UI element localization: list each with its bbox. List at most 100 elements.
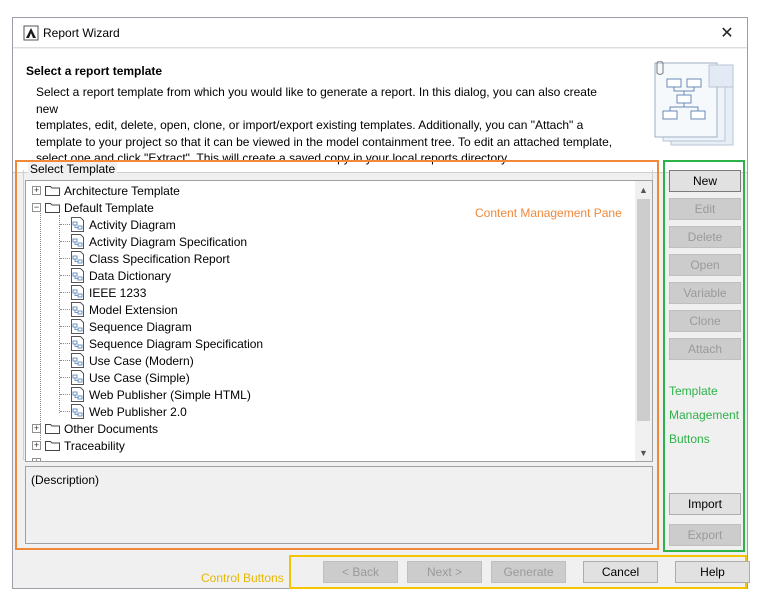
- tree-label: Sequence Diagram: [89, 319, 192, 334]
- wizard-header: Select a report template Select a report…: [13, 49, 747, 173]
- tree-label: Traceability: [64, 438, 125, 453]
- tree-connector: [60, 275, 70, 276]
- report-document-icon: [654, 61, 734, 146]
- template-list-item[interactable]: Web Publisher (Simple HTML): [71, 386, 251, 403]
- template-management-annotation: Management: [669, 408, 740, 422]
- report-template-icon: [71, 251, 84, 266]
- tree-label: Default Template: [64, 200, 154, 215]
- content-management-pane: Select Template + Architecture Template …: [15, 160, 659, 550]
- open-button[interactable]: Open: [669, 254, 741, 276]
- description-box: (Description): [25, 466, 653, 544]
- folder-open-icon: [45, 203, 60, 213]
- delete-button[interactable]: Delete: [669, 226, 741, 248]
- tree-connector: [60, 258, 70, 259]
- template-list-item[interactable]: Sequence Diagram Specification: [71, 335, 263, 352]
- tree-node-default[interactable]: − Default Template: [32, 199, 154, 216]
- attach-button[interactable]: Attach: [669, 338, 741, 360]
- cancel-button[interactable]: Cancel: [583, 561, 658, 583]
- next-button[interactable]: Next >: [407, 561, 482, 583]
- tree-label: Other Documents: [64, 421, 159, 436]
- content-management-annotation: Content Management Pane: [475, 206, 622, 220]
- tree-scrollbar[interactable]: ▲ ▼: [635, 181, 652, 461]
- app-icon: [23, 25, 39, 41]
- report-template-icon: [71, 268, 84, 283]
- template-list-item[interactable]: Use Case (Simple): [71, 369, 190, 386]
- description-line: templates, edit, delete, open, clone, or…: [36, 118, 584, 132]
- tree-label: Use Case (Modern): [89, 353, 194, 368]
- template-management-pane: New Edit Delete Open Variable Clone Atta…: [663, 160, 745, 552]
- report-template-icon: [71, 387, 84, 402]
- template-tree[interactable]: + Architecture Template − Default Templa…: [25, 180, 653, 462]
- tree-label: Sequence Diagram Specification: [89, 336, 264, 351]
- tree-connector: [60, 360, 70, 361]
- tree-node-architecture[interactable]: + Architecture Template: [32, 182, 180, 199]
- report-template-icon: [71, 404, 84, 419]
- expand-icon[interactable]: +: [32, 186, 41, 195]
- tree-connector: [60, 292, 70, 293]
- tree-node-traceability[interactable]: + Traceability: [32, 437, 125, 454]
- scroll-up-icon[interactable]: ▲: [635, 181, 652, 198]
- help-button[interactable]: Help: [675, 561, 750, 583]
- report-template-icon: [71, 217, 84, 232]
- expand-icon[interactable]: +: [32, 441, 41, 450]
- template-list-item[interactable]: IEEE 1233: [71, 284, 146, 301]
- edit-button[interactable]: Edit: [669, 198, 741, 220]
- template-list-item[interactable]: Data Dictionary: [71, 267, 171, 284]
- tree-connector: [60, 326, 70, 327]
- template-management-annotation: Buttons: [669, 432, 710, 446]
- report-template-icon: [71, 370, 84, 385]
- report-template-icon: [71, 302, 84, 317]
- tree-label: Class Specification Report: [89, 251, 230, 266]
- template-management-annotation: Template: [669, 384, 718, 398]
- variable-button[interactable]: Variable: [669, 282, 741, 304]
- template-list-item[interactable]: Activity Diagram Specification: [71, 233, 247, 250]
- close-button[interactable]: ✕: [707, 18, 747, 47]
- template-list-item[interactable]: Class Specification Report: [71, 250, 230, 267]
- tree-node-partial[interactable]: +: [32, 454, 45, 461]
- description-line: template to your project so that it can …: [36, 134, 613, 149]
- report-template-icon: [71, 234, 84, 249]
- tree-connector: [60, 309, 70, 310]
- scroll-down-icon[interactable]: ▼: [635, 444, 652, 461]
- tree-label: Activity Diagram Specification: [89, 234, 248, 249]
- template-list-item[interactable]: Use Case (Modern): [71, 352, 194, 369]
- template-list-item[interactable]: Activity Diagram: [71, 216, 176, 233]
- back-button[interactable]: < Back: [323, 561, 398, 583]
- collapse-icon[interactable]: −: [32, 203, 41, 212]
- template-list-item[interactable]: Web Publisher 2.0: [71, 403, 187, 420]
- tree-connector: [60, 241, 70, 242]
- header-description: Select a report template from which you …: [36, 84, 621, 167]
- folder-icon: [45, 424, 60, 434]
- tree-connector: [60, 343, 70, 344]
- tree-connector: [60, 377, 70, 378]
- report-template-icon: [71, 285, 84, 300]
- tree-label: Data Dictionary: [89, 268, 172, 283]
- control-buttons-pane: < Back Next > Generate Cancel Help: [289, 555, 750, 589]
- folder-icon: [45, 441, 60, 451]
- tree-node-other-documents[interactable]: + Other Documents: [32, 420, 158, 437]
- select-template-label: Select Template: [28, 162, 118, 176]
- tree-connector: [60, 394, 70, 395]
- tree-label: Web Publisher (Simple HTML): [89, 387, 251, 402]
- tree-connector: [60, 411, 70, 412]
- title-bar: Report Wizard ✕: [13, 18, 747, 48]
- folder-icon: [45, 186, 60, 196]
- tree-label: IEEE 1233: [89, 285, 147, 300]
- tree-label: Activity Diagram: [89, 217, 176, 232]
- import-button[interactable]: Import: [669, 493, 741, 515]
- close-icon: ✕: [720, 24, 734, 42]
- description-line: Select a report template from which you …: [36, 85, 597, 116]
- report-template-icon: [71, 319, 84, 334]
- new-button[interactable]: New: [669, 170, 741, 192]
- scroll-thumb[interactable]: [637, 199, 650, 421]
- template-list-item[interactable]: Model Extension: [71, 301, 178, 318]
- expand-icon[interactable]: +: [32, 424, 41, 433]
- generate-button[interactable]: Generate: [491, 561, 566, 583]
- export-button[interactable]: Export: [669, 524, 741, 546]
- report-template-icon: [71, 336, 84, 351]
- tree-label: Model Extension: [89, 302, 178, 317]
- window-title: Report Wizard: [43, 26, 120, 40]
- template-list-item[interactable]: Sequence Diagram: [71, 318, 192, 335]
- clone-button[interactable]: Clone: [669, 310, 741, 332]
- expand-icon[interactable]: +: [32, 458, 41, 461]
